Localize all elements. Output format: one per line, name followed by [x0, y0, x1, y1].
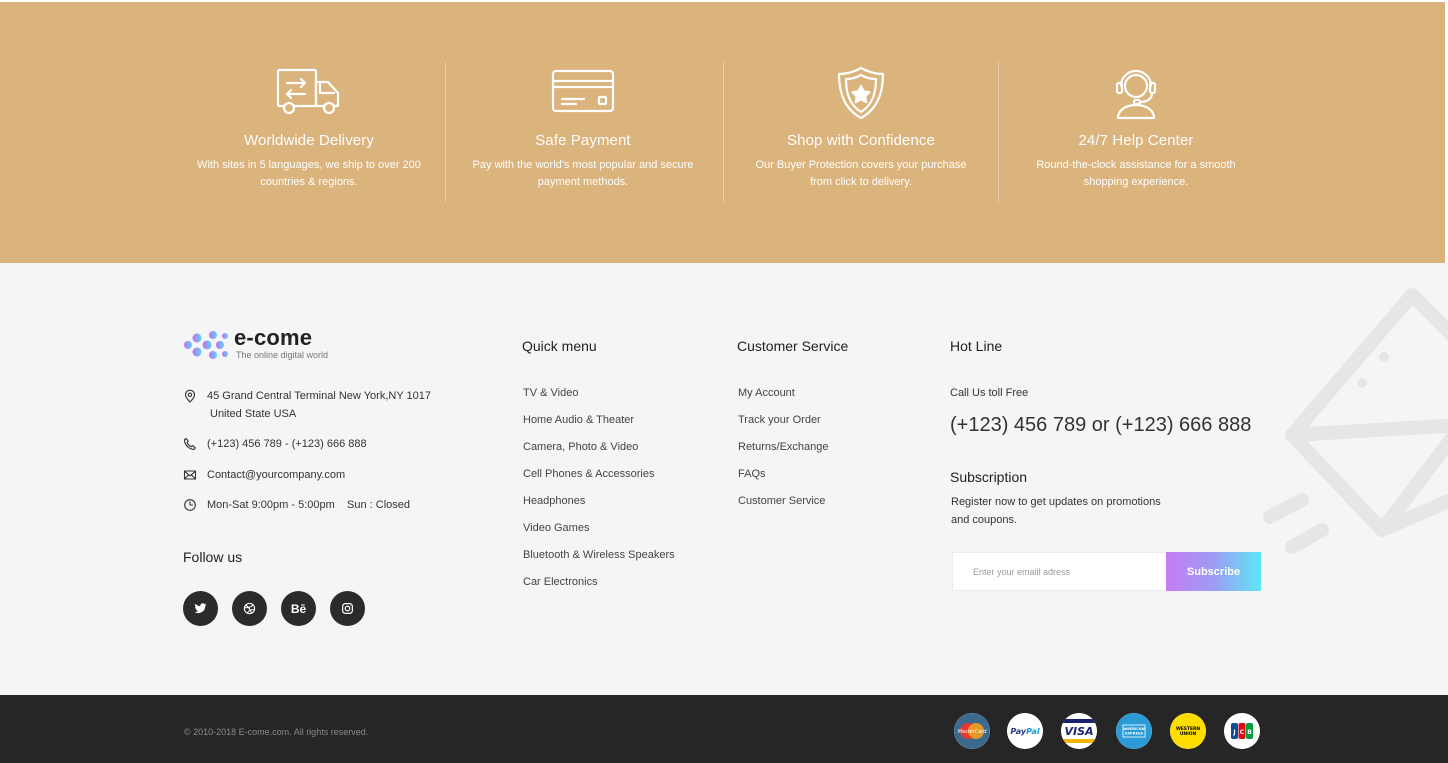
brand-name: e-come [234, 325, 313, 350]
location-pin-icon [184, 389, 196, 403]
dribbble-icon [243, 602, 256, 615]
customer-service-title: Customer Service [737, 338, 849, 354]
western-union-icon: WESTERN UNION [1170, 713, 1206, 749]
bottom-bar: © 2010-2018 E-come.com. All rights reser… [0, 695, 1448, 763]
customer-service-link[interactable]: Track your Order [738, 413, 829, 440]
svg-text:C: C [1240, 729, 1245, 736]
feature-shop-confidence: Shop with Confidence Our Buyer Protectio… [723, 2, 999, 263]
subscription-desc-line: and coupons. [951, 514, 1018, 526]
dribbble-button[interactable] [232, 591, 267, 626]
delivery-truck-icon [274, 66, 344, 120]
feature-description: Our Buyer Protection covers your purchas… [741, 157, 981, 191]
customer-service-link[interactable]: FAQs [738, 467, 829, 494]
phone-icon [183, 437, 196, 450]
feature-desc-line: from click to delivery. [810, 176, 912, 188]
feature-description: Round-the-clock assistance for a smooth … [1016, 157, 1256, 191]
instagram-button[interactable] [330, 591, 365, 626]
quick-menu-link[interactable]: Cell Phones & Accessories [523, 467, 675, 494]
customer-service-link[interactable]: Returns/Exchange [738, 440, 829, 467]
email-subscribe-input[interactable] [953, 553, 1167, 590]
customer-service-list: My Account Track your Order Returns/Exch… [738, 386, 829, 521]
quick-menu-link[interactable]: Bluetooth & Wireless Speakers [523, 548, 675, 575]
copyright-text: © 2010-2018 E-come.com. All rights reser… [184, 727, 369, 737]
hotline-title: Hot Line [950, 338, 1003, 354]
twitter-button[interactable] [183, 591, 218, 626]
feature-desc-line: Round-the-clock assistance for a smooth [1036, 159, 1236, 171]
quick-menu-title: Quick menu [522, 338, 597, 354]
credit-card-icon [548, 66, 618, 120]
mail-icon [183, 470, 197, 480]
feature-safe-payment: Safe Payment Pay with the world's most p… [445, 2, 721, 263]
feature-desc-line: shopping experience. [1083, 176, 1189, 188]
svg-text:B: B [1247, 729, 1252, 736]
follow-us-title: Follow us [183, 549, 243, 565]
feature-title: Worldwide Delivery [244, 132, 374, 149]
svg-text:VISA: VISA [1064, 725, 1093, 738]
mastercard-icon: MasterCard [954, 713, 990, 749]
jcb-icon: J C B [1224, 713, 1260, 749]
paypal-icon: PayPal [1007, 713, 1043, 749]
address-line-2: United State USA [210, 408, 297, 420]
headset-support-icon [1101, 66, 1171, 120]
visa-icon: VISA [1061, 713, 1097, 749]
quick-menu-link[interactable]: Camera, Photo & Video [523, 440, 675, 467]
shield-star-icon [826, 66, 896, 120]
feature-description: Pay with the world's most popular and se… [463, 157, 703, 191]
quick-menu-link[interactable]: Home Audio & Theater [523, 413, 675, 440]
feature-description: With sites in 5 languages, we ship to ov… [189, 157, 429, 191]
subscribe-button[interactable]: Subscribe [1166, 552, 1261, 591]
email-text[interactable]: Contact@yourcompany.com [207, 466, 345, 484]
clock-icon [184, 499, 196, 511]
brand-tagline: The online digital world [236, 350, 329, 360]
subscription-desc-line: Register now to get updates on promotion… [951, 496, 1161, 508]
behance-icon: Bē [290, 601, 307, 616]
american-express-icon: AMERICAN EXPRESS [1116, 713, 1152, 749]
svg-text:AMERICAN: AMERICAN [1123, 727, 1144, 731]
subscription-form: Subscribe [952, 552, 1261, 591]
twitter-icon [194, 603, 207, 614]
instagram-icon [342, 603, 353, 614]
svg-text:EXPRESS: EXPRESS [1125, 732, 1144, 736]
hours-text: Mon-Sat 9:00pm - 5:00pm Sun : Closed [207, 499, 410, 511]
svg-text:PayPal: PayPal [1010, 727, 1039, 736]
feature-desc-line: With sites in 5 languages, we ship to ov… [197, 159, 421, 171]
subscription-description: Register now to get updates on promotion… [951, 493, 1181, 529]
hotline-numbers: (+123) 456 789 or (+123) 666 888 [950, 414, 1252, 436]
feature-desc-line: payment methods. [537, 176, 629, 188]
quick-menu-link[interactable]: Car Electronics [523, 575, 675, 602]
customer-service-link[interactable]: Customer Service [738, 494, 829, 521]
quick-menu-link[interactable]: TV & Video [523, 386, 675, 413]
address-line-1: 45 Grand Central Terminal New York,NY 10… [207, 390, 431, 402]
phone-text: (+123) 456 789 - (+123) 666 888 [207, 438, 367, 450]
feature-title: Safe Payment [535, 132, 631, 149]
hotline-label: Call Us toll Free [950, 387, 1029, 399]
footer-main: e-come The online digital world 45 Grand… [0, 263, 1448, 695]
svg-text:UNION: UNION [1180, 731, 1197, 737]
feature-desc-line: Pay with the world's most popular and se… [472, 159, 694, 171]
quick-menu-link[interactable]: Video Games [523, 521, 675, 548]
feature-title: Shop with Confidence [787, 132, 935, 149]
quick-menu-link[interactable]: Headphones [523, 494, 675, 521]
logo-molecule-icon [184, 331, 228, 359]
svg-text:MasterCard: MasterCard [958, 729, 988, 735]
subscription-title: Subscription [950, 469, 1028, 485]
feature-desc-line: countries & regions. [260, 176, 358, 188]
behance-button[interactable]: Bē [281, 591, 316, 626]
quick-menu-list: TV & Video Home Audio & Theater Camera, … [523, 386, 675, 602]
feature-help-center: 24/7 Help Center Round-the-clock assista… [998, 2, 1274, 263]
envelope-decoration-icon [1263, 288, 1448, 554]
feature-title: 24/7 Help Center [1078, 132, 1194, 149]
feature-worldwide-delivery: Worldwide Delivery With sites in 5 langu… [171, 2, 447, 263]
feature-desc-line: Our Buyer Protection covers your purchas… [755, 159, 967, 171]
svg-text:J: J [1232, 729, 1235, 736]
features-band: Worldwide Delivery With sites in 5 langu… [0, 2, 1445, 263]
customer-service-link[interactable]: My Account [738, 386, 829, 413]
